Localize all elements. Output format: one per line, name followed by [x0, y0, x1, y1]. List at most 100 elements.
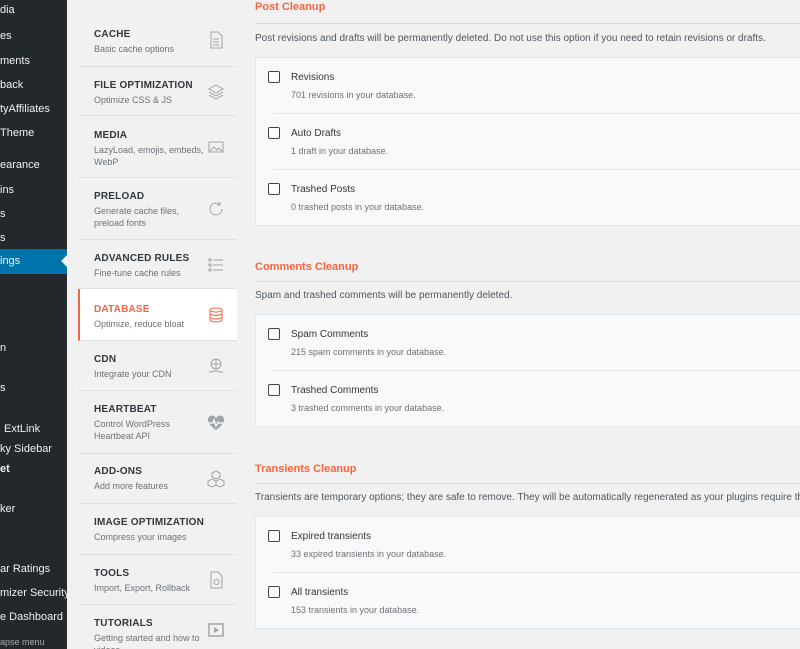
nav-item-title: TOOLS: [94, 568, 130, 579]
option-description: 0 trashed posts in your database.: [291, 202, 425, 212]
option-checkbox[interactable]: [268, 586, 280, 598]
rocket-settings-nav: CACHE Basic cache options FILE OPTIMIZATIO…: [78, 0, 237, 649]
option-label[interactable]: Auto Drafts: [291, 128, 341, 139]
wp-menu-item[interactable]: ments: [0, 49, 67, 73]
wp-menu-item[interactable]: mizer Security: [0, 581, 67, 605]
wp-menu-item-label: s: [0, 232, 6, 244]
wp-menu-item[interactable]: s: [0, 226, 67, 250]
post-cleanup-description: Post revisions and drafts will be perman…: [255, 33, 766, 44]
nav-item-description: Import, Export, Rollback: [94, 583, 191, 593]
nav-item-description: Getting started and how to videos: [94, 633, 200, 649]
nav-item-image-optimization[interactable]: IMAGE OPTIMIZATION Compress your images: [78, 504, 237, 555]
wp-menu-item[interactable]: n: [0, 336, 67, 360]
section-divider: [255, 23, 800, 24]
option-label[interactable]: All transients: [291, 587, 348, 598]
transients-cleanup-title: Transients Cleanup: [255, 463, 357, 475]
option-checkbox[interactable]: [268, 384, 280, 396]
wp-menu-item[interactable]: et: [0, 457, 67, 481]
nav-item-title: CACHE: [94, 29, 131, 40]
option-description: 215 spam comments in your database.: [291, 347, 447, 357]
option-description: 1 draft in your database.: [291, 146, 389, 156]
option-divider: [273, 169, 800, 170]
wp-menu-item-label: s: [0, 208, 6, 220]
wp-menu-item-label: es: [0, 30, 12, 42]
option-label[interactable]: Expired transients: [291, 531, 371, 542]
wp-menu-item-label: s: [0, 382, 6, 394]
refresh-icon: [207, 200, 225, 218]
cleanup-option-revisions[interactable]: Revisions 701 revisions in your database.: [256, 58, 800, 114]
nav-item-tools[interactable]: TOOLS Import, Export, Rollback: [78, 555, 237, 605]
nav-item-advanced-rules[interactable]: ADVANCED RULES Fine-tune cache rules: [78, 240, 237, 289]
nav-item-heartbeat[interactable]: HEARTBEAT Control WordPress Heartbeat API: [78, 391, 237, 454]
nav-item-add-ons[interactable]: ADD-ONS Add more features: [78, 454, 237, 504]
list-icon: [207, 256, 225, 274]
play-icon: [207, 621, 225, 639]
wp-menu-item-label: et: [0, 463, 10, 475]
nav-item-description: Add more features: [94, 481, 169, 491]
wp-menu-item[interactable]: es: [0, 24, 67, 48]
option-checkbox[interactable]: [268, 530, 280, 542]
section-divider: [255, 483, 800, 484]
comments-cleanup-description: Spam and trashed comments will be perman…: [255, 290, 513, 301]
option-checkbox[interactable]: [268, 183, 280, 195]
option-label[interactable]: Spam Comments: [291, 329, 368, 340]
option-checkbox[interactable]: [268, 127, 280, 139]
wp-menu-item[interactable]: s: [0, 202, 67, 226]
nav-item-cdn[interactable]: CDN Integrate your CDN: [78, 341, 237, 391]
nav-item-description: Optimize CSS & JS: [94, 95, 173, 105]
nav-item-title: DATABASE: [94, 304, 150, 315]
wp-menu-item-label: tyAffiliates: [0, 103, 50, 115]
nav-item-description: Basic cache options: [94, 44, 175, 54]
nav-item-tutorials[interactable]: TUTORIALS Getting started and how to vide…: [78, 605, 237, 649]
option-checkbox[interactable]: [268, 71, 280, 83]
nav-item-database[interactable]: DATABASE Optimize, reduce bloat: [78, 289, 237, 341]
globe-hand-icon: [207, 357, 225, 375]
wp-menu-item[interactable]: tyAffiliates: [0, 97, 67, 121]
option-divider: [273, 370, 800, 371]
option-label[interactable]: Revisions: [291, 72, 334, 83]
nav-item-media[interactable]: MEDIA LazyLoad, emojis, embeds, WebP: [78, 116, 237, 178]
wp-menu-item-label: earance: [0, 159, 40, 171]
wp-menu-item[interactable]: back: [0, 73, 67, 97]
wp-menu-item[interactable]: dia: [0, 0, 67, 22]
option-label[interactable]: Trashed Comments: [291, 385, 378, 396]
wp-menu-item-label: apse menu: [0, 637, 45, 647]
option-description: 33 expired transients in your database.: [291, 549, 447, 559]
cleanup-option-trashed-comments[interactable]: Trashed Comments 3 trashed comments in yo…: [256, 371, 800, 427]
comments-cleanup-options-panel: Spam Comments 215 spam comments in your d…: [255, 314, 800, 427]
cleanup-option-auto-drafts[interactable]: Auto Drafts 1 draft in your database.: [256, 114, 800, 170]
nav-item-description: Integrate your CDN: [94, 369, 172, 379]
nav-item-file-optimization[interactable]: FILE OPTIMIZATION Optimize CSS & JS: [78, 67, 237, 116]
wp-menu-item[interactable]: e Dashboard: [0, 605, 67, 629]
wp-menu-item-label: n: [0, 342, 7, 354]
transients-cleanup-options-panel: Expired transients 33 expired transients …: [255, 516, 800, 629]
wp-menu-item[interactable]: earance: [0, 153, 67, 177]
nav-item-title: ADVANCED RULES: [94, 253, 190, 264]
nav-item-title: IMAGE OPTIMIZATION: [94, 517, 205, 528]
option-label[interactable]: Trashed Posts: [291, 184, 355, 195]
nav-item-description: Compress your images: [94, 532, 187, 542]
wp-menu-item[interactable]: ings: [0, 249, 67, 274]
cleanup-option-all-transients[interactable]: All transients 153 transients in your dat…: [256, 573, 800, 629]
wp-menu-item[interactable]: ins: [0, 178, 67, 202]
nav-item-description: Control WordPress Heartbeat API: [94, 419, 170, 441]
option-description: 701 revisions in your database.: [291, 90, 416, 100]
wp-menu-item[interactable]: Theme: [0, 121, 67, 145]
cleanup-option-spam-comments[interactable]: Spam Comments 215 spam comments in your d…: [256, 315, 800, 371]
wp-admin-sidebar: dia es ments back tyAffiliates Theme earance in…: [0, 0, 67, 649]
gear-file-icon: [207, 571, 225, 589]
wp-menu-item[interactable]: apse menu: [0, 630, 67, 649]
cleanup-option-trashed-posts[interactable]: Trashed Posts 0 trashed posts in your dat…: [256, 170, 800, 226]
nav-item-preload[interactable]: PRELOAD Generate cache files, preload fon…: [78, 178, 237, 240]
wp-menu-item[interactable]: ar Ratings: [0, 557, 67, 581]
wp-menu-item-label: ins: [0, 184, 15, 196]
nav-item-title: MEDIA: [94, 130, 128, 141]
cleanup-option-expired-transients[interactable]: Expired transients 33 expired transients …: [256, 517, 800, 573]
option-divider: [273, 572, 800, 573]
nav-item-cache[interactable]: CACHE Basic cache options: [78, 12, 237, 67]
wp-menu-item-label: ker: [0, 503, 16, 515]
wp-menu-item[interactable]: s: [0, 376, 67, 400]
wp-menu-item[interactable]: ker: [0, 497, 67, 521]
option-checkbox[interactable]: [268, 328, 280, 340]
comments-cleanup-title: Comments Cleanup: [255, 261, 359, 273]
